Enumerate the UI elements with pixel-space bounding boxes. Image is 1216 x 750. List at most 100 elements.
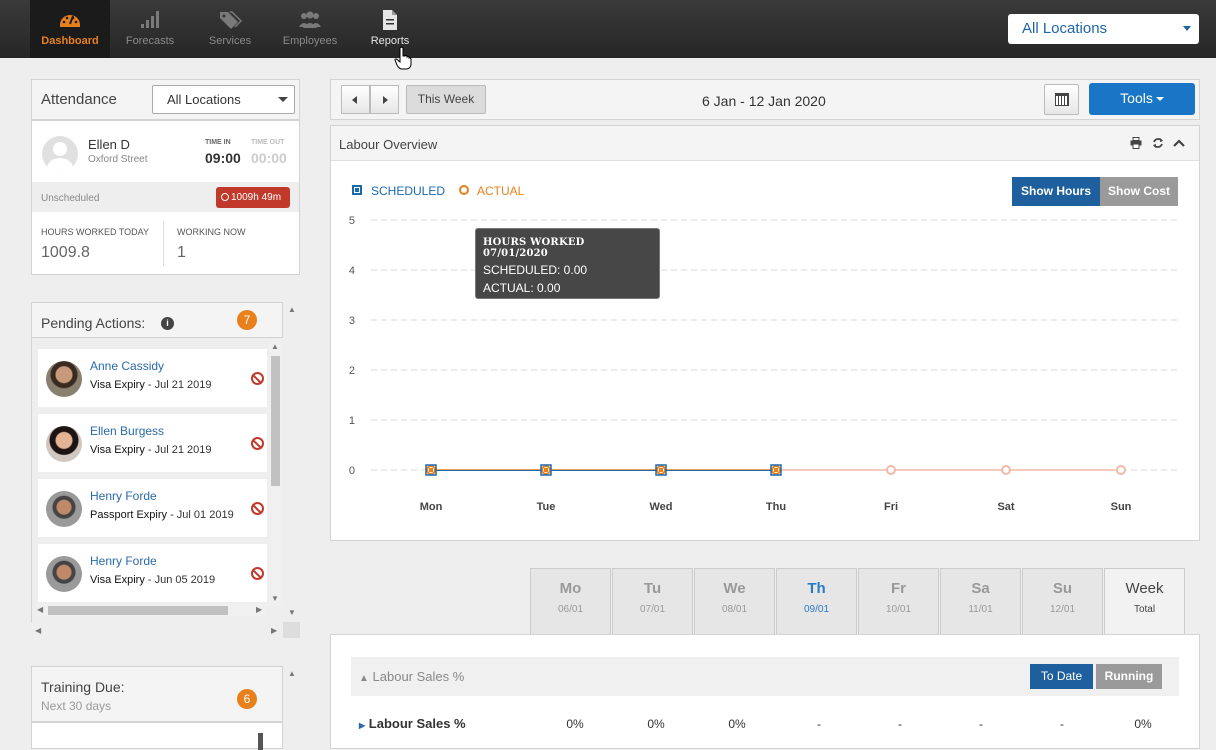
labour-overview-panel: Labour Overview SCHEDULED ACTUAL Show Ho…	[330, 125, 1200, 541]
legend-actual[interactable]: ACTUAL	[477, 184, 524, 198]
avatar	[46, 491, 82, 527]
day-column-sa[interactable]: Sa 11/01	[940, 568, 1021, 635]
pending-name[interactable]: Ellen Burgess	[90, 424, 164, 438]
list-item[interactable]: Anne Cassidy Visa Expiry - Jul 21 2019	[38, 349, 267, 407]
hours-worked-label: HOURS WORKED TODAY	[41, 227, 150, 237]
day-column-tu[interactable]: Tu 07/01	[612, 568, 693, 635]
x-tick-label: Tue	[537, 501, 556, 513]
avatar	[42, 136, 78, 172]
scroll-left-icon[interactable]: ◀	[37, 605, 43, 614]
chart-tooltip: HOURS WORKED 07/01/2020 SCHEDULED: 0.00 …	[475, 228, 660, 299]
scheduled-point-core	[774, 468, 778, 472]
scheduled-point-core	[544, 468, 548, 472]
labour-sales-row-label[interactable]: ▶ Labour Sales %	[359, 716, 466, 731]
attendance-title: Attendance	[41, 91, 117, 108]
employee-location: Oxford Street	[88, 154, 148, 165]
ban-icon[interactable]	[251, 437, 264, 450]
tags-icon	[190, 8, 270, 32]
avatar	[46, 426, 82, 462]
employee-name[interactable]: Ellen D	[88, 137, 130, 152]
day-date: 07/01	[639, 604, 666, 615]
attendance-location-value: All Locations	[167, 92, 241, 107]
nav-forecasts[interactable]: Forecasts	[110, 0, 190, 58]
avatar	[46, 556, 82, 592]
to-date-button[interactable]: To Date	[1030, 664, 1093, 689]
pending-name[interactable]: Henry Forde	[90, 554, 157, 568]
scroll-up-icon[interactable]: ▲	[271, 342, 279, 351]
day-name: Fr	[891, 580, 906, 597]
tools-button[interactable]: Tools	[1089, 83, 1195, 115]
collapse-chevron-icon[interactable]	[1173, 137, 1185, 152]
day-date: 09/01	[803, 604, 830, 615]
scroll-thumb[interactable]	[48, 606, 228, 615]
global-location-select[interactable]: All Locations	[1008, 14, 1199, 44]
attendance-body: Ellen D Oxford Street TIME IN 09:00 TIME…	[31, 120, 300, 275]
day-name: Tu	[643, 580, 662, 597]
labour-overview-header: Labour Overview	[331, 126, 1199, 161]
sales-value-fr: -	[898, 717, 902, 731]
attendance-location-select[interactable]: All Locations	[152, 85, 295, 114]
running-button[interactable]: Running	[1096, 664, 1162, 689]
scroll-down-icon[interactable]: ▼	[271, 594, 279, 603]
day-column-fr[interactable]: Fr 10/01	[858, 568, 939, 635]
x-tick-label: Fri	[884, 501, 898, 513]
time-out-label: TIME OUT	[251, 139, 285, 146]
legend-actual-marker	[459, 185, 469, 195]
next-week-button[interactable]	[370, 85, 399, 114]
pending-detail: Visa Expiry - Jul 21 2019	[90, 379, 212, 391]
ban-icon[interactable]	[251, 372, 264, 385]
scroll-thumb[interactable]	[258, 733, 263, 750]
day-column-su[interactable]: Su 12/01	[1022, 568, 1103, 635]
vertical-scrollbar[interactable]: ▲ ▼	[269, 342, 281, 606]
nav-dashboard[interactable]: Dashboard	[30, 0, 110, 58]
scroll-left-icon[interactable]: ◀	[35, 626, 41, 635]
outer-hscroll[interactable]: ◀ ▶	[31, 622, 283, 638]
day-column-th[interactable]: Th 09/01	[776, 568, 857, 635]
show-hours-button[interactable]: Show Hours	[1012, 177, 1100, 206]
day-column-mo[interactable]: Mo 06/01	[530, 568, 611, 635]
nav-reports[interactable]: Reports	[350, 0, 430, 58]
nav-services[interactable]: Services	[190, 0, 270, 58]
scroll-up-icon[interactable]: ▲	[288, 669, 296, 678]
show-cost-button[interactable]: Show Cost	[1100, 177, 1178, 206]
scheduled-point-core	[429, 468, 433, 472]
list-item[interactable]: Henry Forde Passport Expiry - Jul 01 201…	[38, 479, 267, 537]
nav-forecasts-label: Forecasts	[125, 35, 175, 47]
horizontal-scrollbar[interactable]: ◀ ▶	[36, 604, 266, 616]
day-date: Total	[1133, 604, 1156, 615]
pending-name[interactable]: Anne Cassidy	[90, 359, 164, 373]
x-tick-label: Sun	[1111, 501, 1132, 513]
y-tick-label: 3	[349, 315, 355, 327]
caret-right-icon	[383, 96, 388, 104]
scroll-down-icon[interactable]: ▼	[288, 608, 296, 617]
date-range: 6 Jan - 12 Jan 2020	[702, 93, 826, 109]
scroll-up-icon[interactable]: ▲	[288, 305, 296, 314]
info-icon[interactable]: i	[161, 317, 174, 330]
ban-icon[interactable]	[251, 567, 264, 580]
working-now-value: 1	[177, 244, 186, 261]
prev-week-button[interactable]	[341, 85, 370, 114]
nav-employees[interactable]: Employees	[270, 0, 350, 58]
day-column-we[interactable]: We 08/01	[694, 568, 775, 635]
labour-overview-title: Labour Overview	[339, 137, 438, 152]
hours-worked-value: 1009.8	[41, 244, 90, 261]
pending-name[interactable]: Henry Forde	[90, 489, 157, 503]
scroll-right-icon[interactable]: ▶	[271, 626, 277, 635]
calendar-button[interactable]	[1044, 84, 1079, 115]
sales-value-su: -	[1060, 717, 1064, 731]
training-count-badge: 6	[237, 689, 257, 709]
day-column-week[interactable]: Week Total	[1104, 568, 1185, 635]
scroll-thumb[interactable]	[271, 356, 280, 486]
refresh-icon[interactable]	[1152, 137, 1164, 152]
list-item[interactable]: Ellen Burgess Visa Expiry - Jul 21 2019	[38, 414, 267, 472]
legend-scheduled[interactable]: SCHEDULED	[371, 184, 445, 198]
labour-sales-header[interactable]: ▲ Labour Sales % To Date Running	[351, 657, 1179, 696]
print-icon[interactable]	[1130, 137, 1142, 152]
scroll-right-icon[interactable]: ▶	[256, 605, 262, 614]
ban-icon[interactable]	[251, 502, 264, 515]
this-week-button[interactable]: This Week	[406, 85, 486, 114]
nav-services-label: Services	[208, 35, 252, 47]
y-tick-label: 5	[349, 215, 355, 227]
list-item[interactable]: Henry Forde Visa Expiry - Jun 05 2019	[38, 544, 267, 602]
sales-value-mo: 0%	[566, 717, 584, 731]
